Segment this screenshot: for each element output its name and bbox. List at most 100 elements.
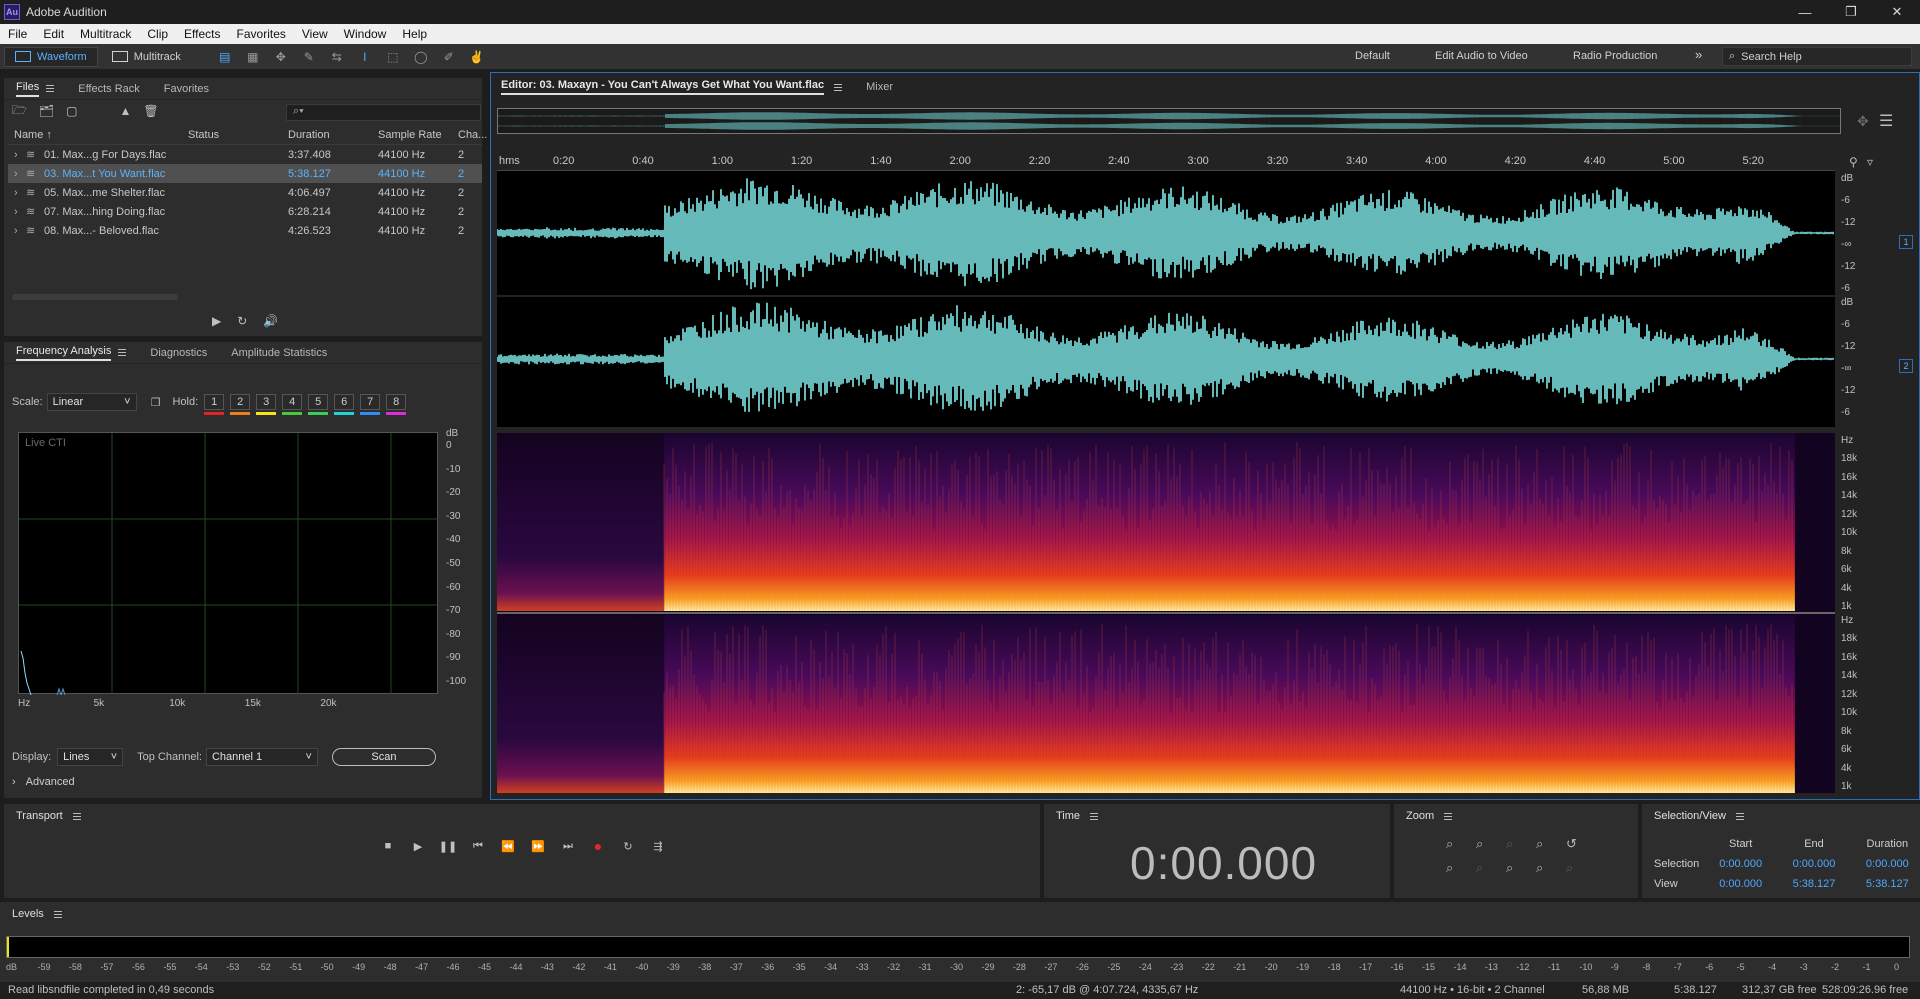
hold-button-1[interactable]: 1 — [204, 394, 225, 415]
go-to-start-button[interactable]: ⏮ — [470, 838, 486, 854]
scale-dropdown[interactable]: Linear ˅ — [46, 393, 137, 411]
workspace-radio-production[interactable]: Radio Production — [1573, 50, 1657, 62]
waveform-mode-button[interactable]: Waveform — [4, 46, 98, 67]
stop-button[interactable]: ■ — [380, 838, 396, 854]
play-button[interactable]: ▶ — [410, 838, 426, 854]
workspace-default[interactable]: Default — [1355, 50, 1390, 62]
marker-icon[interactable]: ▿ — [1867, 155, 1873, 169]
go-to-end-button[interactable]: ⏭ — [560, 838, 576, 854]
zoom-in-time-icon[interactable]: ⌕ — [1476, 836, 1506, 852]
files-horizontal-scrollbar[interactable] — [12, 294, 178, 300]
rewind-button[interactable]: ⏪ — [500, 838, 516, 854]
slip-tool-icon[interactable]: ⇆ — [330, 50, 344, 64]
panel-menu-icon[interactable] — [834, 83, 843, 91]
menu-view[interactable]: View — [294, 27, 336, 41]
selection-end-field[interactable]: 0:00.000 — [1777, 858, 1850, 870]
skip-selection-button[interactable]: ⇶ — [650, 838, 666, 854]
menu-clip[interactable]: Clip — [139, 27, 176, 41]
zoom-out-amplitude-icon[interactable]: ⌕ — [1446, 860, 1476, 876]
hold-button-4[interactable]: 4 — [282, 394, 303, 415]
menu-file[interactable]: File — [0, 27, 35, 41]
multitrack-mode-button[interactable]: Multitrack — [102, 47, 191, 67]
paintbrush-selection-tool-icon[interactable]: ✐ — [442, 50, 456, 64]
fast-forward-button[interactable]: ⏩ — [530, 838, 546, 854]
hold-button-2[interactable]: 2 — [230, 394, 251, 415]
tab-effects-rack[interactable]: Effects Rack — [66, 78, 152, 100]
chevron-right-icon[interactable]: › — [14, 187, 26, 199]
spectral-display[interactable] — [497, 433, 1835, 793]
display-dropdown[interactable]: Lines ˅ — [57, 748, 124, 766]
maximize-button[interactable]: ❐ — [1828, 0, 1874, 24]
panel-menu-icon[interactable] — [1090, 812, 1099, 820]
zoom-out-time-icon[interactable]: ⌕ — [1476, 860, 1506, 876]
zoom-to-selection-icon[interactable]: ✥ — [1857, 113, 1869, 130]
hold-button-7[interactable]: 7 — [360, 394, 381, 415]
tab-diagnostics[interactable]: Diagnostics — [138, 342, 219, 364]
column-name[interactable]: Name ↑ — [8, 129, 188, 141]
view-start-field[interactable]: 0:00.000 — [1704, 878, 1777, 890]
zoom-out-full-icon[interactable]: ⌕ — [1536, 860, 1566, 876]
razor-tool-icon[interactable]: ✎ — [302, 50, 316, 64]
delete-file-icon[interactable]: 🗑 — [143, 104, 158, 118]
tab-editor[interactable]: Editor: 03. Maxayn - You Can't Always Ge… — [501, 79, 825, 95]
hold-button-5[interactable]: 5 — [308, 394, 329, 415]
autoplay-preview-icon[interactable]: 🔊 — [263, 314, 278, 328]
chevron-right-icon[interactable]: › — [14, 225, 26, 237]
lasso-selection-tool-icon[interactable]: ◯ — [414, 50, 428, 64]
scan-button[interactable]: Scan — [331, 748, 436, 766]
panel-menu-icon[interactable] — [1444, 812, 1453, 820]
selection-duration-field[interactable]: 0:00.000 — [1851, 858, 1920, 870]
zoom-in-amplitude-icon[interactable]: ⌕ — [1446, 836, 1476, 852]
loop-preview-icon[interactable]: ↻ — [237, 314, 247, 328]
menu-favorites[interactable]: Favorites — [229, 27, 294, 41]
zoom-selected-tracks-icon[interactable]: ⌕ — [1566, 860, 1596, 876]
menu-effects[interactable]: Effects — [176, 27, 228, 41]
channel-1-toggle[interactable]: 1 — [1899, 235, 1913, 249]
overview-navigator[interactable] — [497, 108, 1841, 134]
zoom-reset-icon[interactable]: ↺ — [1566, 836, 1596, 852]
tab-frequency-analysis[interactable]: Frequency Analysis — [4, 342, 138, 364]
hold-button-6[interactable]: 6 — [334, 394, 355, 415]
column-sample-rate[interactable]: Sample Rate — [378, 129, 458, 141]
chevron-right-icon[interactable]: › — [14, 168, 26, 180]
panel-menu-icon[interactable] — [46, 85, 55, 92]
menu-edit[interactable]: Edit — [35, 27, 72, 41]
close-button[interactable]: ✕ — [1874, 0, 1920, 24]
search-help-input[interactable]: ⌕ Search Help — [1722, 47, 1912, 66]
loop-playback-button[interactable]: ↻ — [620, 838, 636, 854]
spot-healing-brush-tool-icon[interactable]: ✌ — [469, 50, 484, 64]
tab-mixer[interactable]: Mixer — [866, 81, 893, 93]
record-button[interactable]: ● — [590, 838, 606, 854]
menu-window[interactable]: Window — [336, 27, 395, 41]
channel-2-toggle[interactable]: 2 — [1899, 359, 1913, 373]
import-file-icon[interactable]: 🗂 — [39, 104, 54, 118]
panel-menu-icon[interactable] — [72, 812, 81, 820]
column-status[interactable]: Status — [188, 129, 288, 141]
copy-graph-icon[interactable]: ❐ — [151, 396, 161, 409]
advanced-toggle[interactable]: › Advanced — [12, 776, 75, 788]
menu-help[interactable]: Help — [394, 27, 435, 41]
spectral-frequency-display-icon[interactable]: ▤ — [218, 50, 232, 64]
minimize-button[interactable]: — — [1782, 0, 1828, 24]
top-channel-dropdown[interactable]: Channel 1 ˅ — [205, 748, 318, 766]
hud-menu-icon[interactable]: ☰ — [1879, 111, 1893, 131]
spectral-pitch-display-icon[interactable]: ▦ — [246, 50, 260, 64]
column-channels[interactable]: Cha... — [458, 129, 487, 141]
column-duration[interactable]: Duration — [288, 129, 378, 141]
table-row[interactable]: › ≋ 01. Max...g For Days.flac 3:37.408 44100… — [8, 145, 482, 164]
waveform-display[interactable] — [496, 171, 1835, 427]
table-row[interactable]: › ≋ 08. Max...- Beloved.flac 4:26.523 44100 … — [8, 221, 482, 240]
menu-multitrack[interactable]: Multitrack — [72, 27, 139, 41]
zoom-to-selection-icon[interactable]: ⌕ — [1506, 860, 1536, 876]
more-workspaces-button[interactable]: » — [1695, 47, 1702, 62]
snap-icon[interactable]: ⚲ — [1849, 155, 1858, 169]
move-tool-icon[interactable]: ✥ — [274, 50, 288, 64]
panel-menu-icon[interactable] — [1735, 812, 1744, 820]
timeline-ruler[interactable]: hms 0:20 0:40 1:00 1:20 1:40 2:00 2:20 2:40 3:00 3… — [497, 153, 1835, 171]
pause-button[interactable]: ❚❚ — [439, 838, 457, 854]
insert-into-multitrack-icon[interactable]: ▲ — [119, 104, 131, 118]
table-row[interactable]: › ≋ 03. Max...t You Want.flac 5:38.127 44100… — [8, 164, 482, 183]
marquee-selection-tool-icon[interactable]: ⬚ — [386, 50, 400, 64]
hold-button-3[interactable]: 3 — [256, 394, 277, 415]
tab-files[interactable]: Files — [4, 78, 66, 100]
